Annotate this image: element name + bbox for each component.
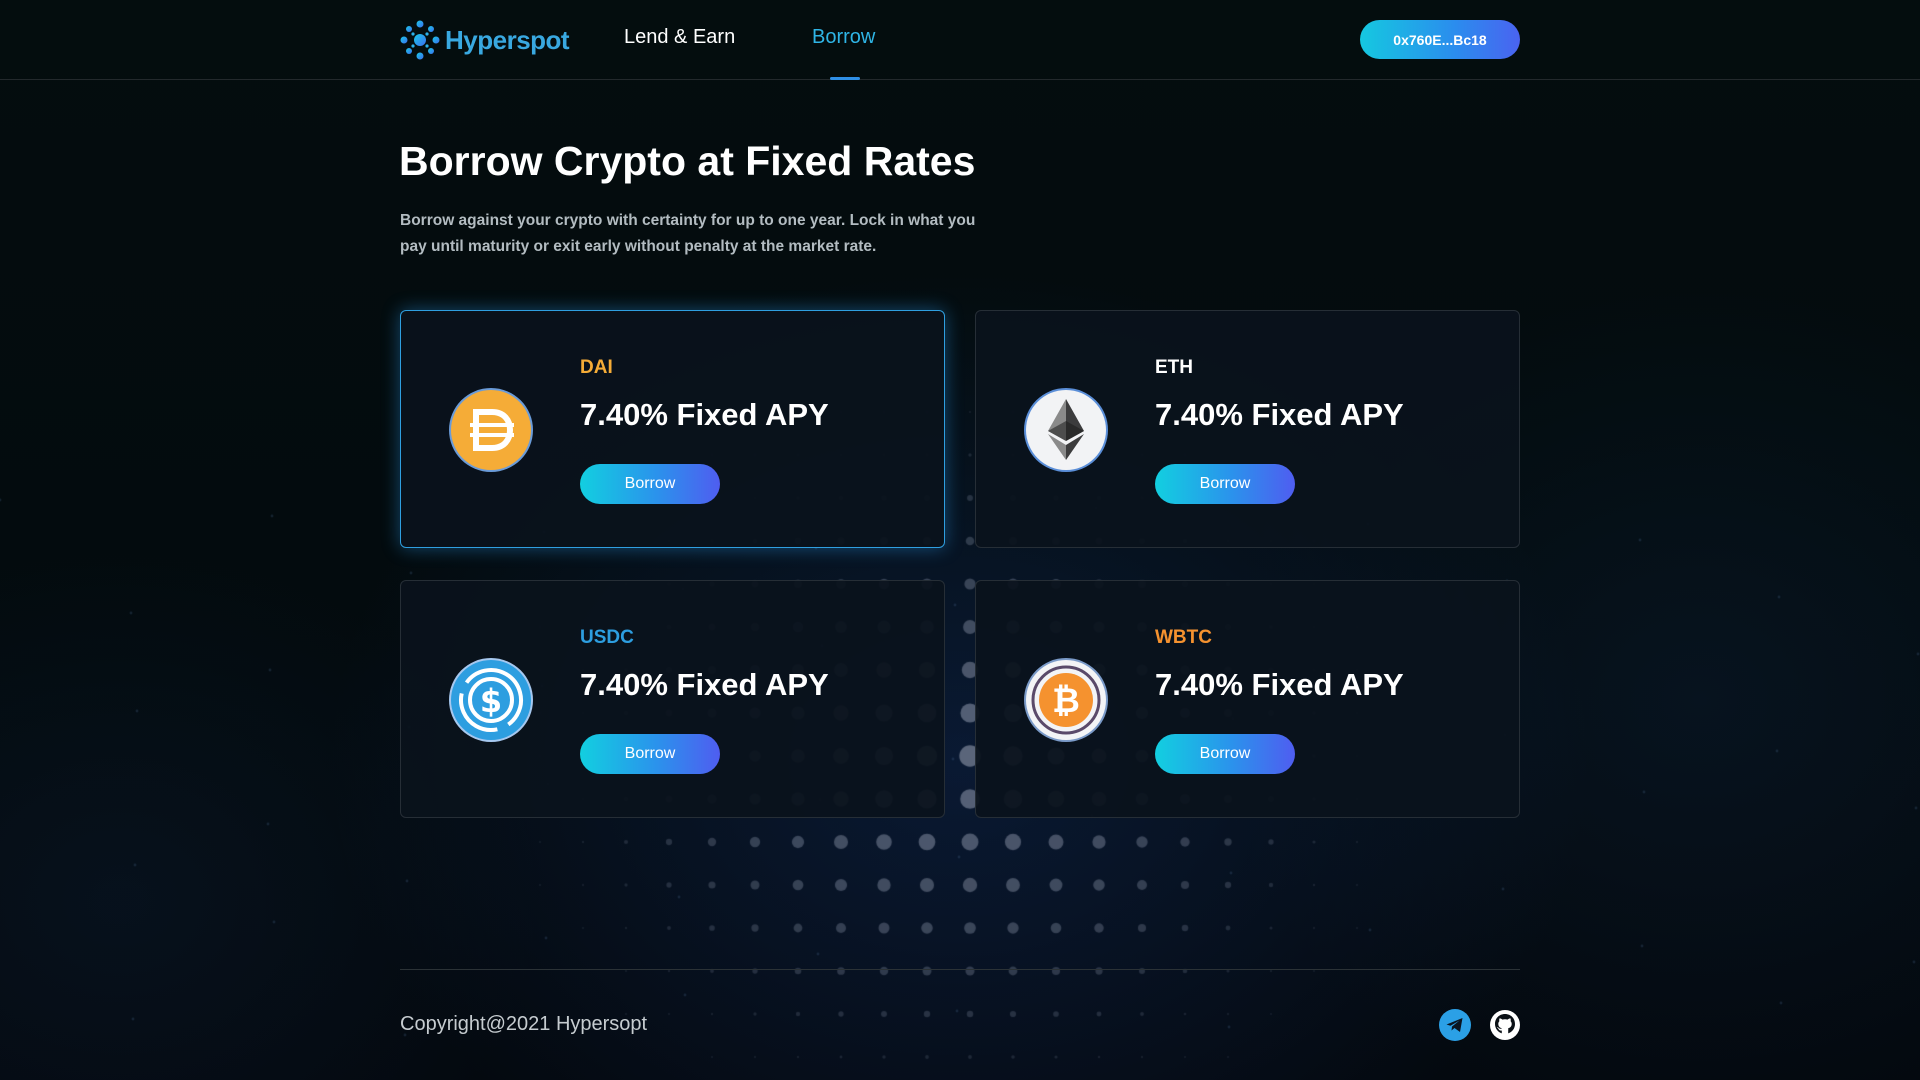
- borrow-button-dai[interactable]: Borrow: [580, 464, 720, 504]
- nav-borrow[interactable]: Borrow: [812, 26, 875, 49]
- asset-symbol: USDC: [580, 627, 634, 648]
- wbtc-icon: ₿: [1024, 658, 1108, 742]
- page-title: Borrow Crypto at Fixed Rates: [399, 138, 976, 184]
- page-description: Borrow against your crypto with certaint…: [400, 212, 976, 255]
- telegram-icon[interactable]: [1439, 1009, 1471, 1041]
- svg-text:₿: ₿: [1052, 681, 1080, 721]
- dai-icon: [449, 388, 533, 472]
- asset-card-wbtc[interactable]: ₿ WBTC 7.40% Fixed APY Borrow: [975, 580, 1520, 818]
- borrow-button-usdc[interactable]: Borrow: [580, 734, 720, 774]
- footer-divider: [400, 969, 1520, 970]
- wallet-address-button[interactable]: 0x760E...Bc18: [1360, 20, 1520, 59]
- active-nav-indicator: [830, 77, 860, 80]
- asset-card-usdc[interactable]: $ USDC 7.40% Fixed APY Borrow: [400, 580, 945, 818]
- borrow-button-wbtc[interactable]: Borrow: [1155, 734, 1295, 774]
- nav-lend-earn[interactable]: Lend & Earn: [624, 26, 735, 49]
- usdc-icon: $: [449, 658, 533, 742]
- asset-symbol: WBTC: [1155, 627, 1212, 648]
- asset-symbol: DAI: [580, 357, 613, 378]
- github-icon[interactable]: [1489, 1009, 1521, 1041]
- copyright-text: Copyright@2021 Hypersopt: [400, 1013, 648, 1035]
- logo-text: Hyperspot: [445, 24, 570, 55]
- fixed-apy: 7.40% Fixed APY: [1155, 667, 1404, 702]
- svg-text:$: $: [480, 682, 502, 720]
- eth-icon: [1024, 388, 1108, 472]
- asset-card-dai[interactable]: DAI 7.40% Fixed APY Borrow: [400, 310, 945, 548]
- logo[interactable]: Hyperspot: [399, 19, 570, 61]
- asset-card-eth[interactable]: ETH 7.40% Fixed APY Borrow: [975, 310, 1520, 548]
- borrow-button-eth[interactable]: Borrow: [1155, 464, 1295, 504]
- fixed-apy: 7.40% Fixed APY: [1155, 397, 1404, 432]
- fixed-apy: 7.40% Fixed APY: [580, 667, 829, 702]
- top-nav-bar: Hyperspot Lend & Earn Borrow 0x760E...Bc…: [0, 0, 1920, 80]
- page: Hyperspot Lend & Earn Borrow 0x760E...Bc…: [0, 0, 1920, 1080]
- hyperspot-logo-icon: [400, 20, 440, 60]
- fixed-apy: 7.40% Fixed APY: [580, 397, 829, 432]
- asset-symbol: ETH: [1155, 357, 1193, 378]
